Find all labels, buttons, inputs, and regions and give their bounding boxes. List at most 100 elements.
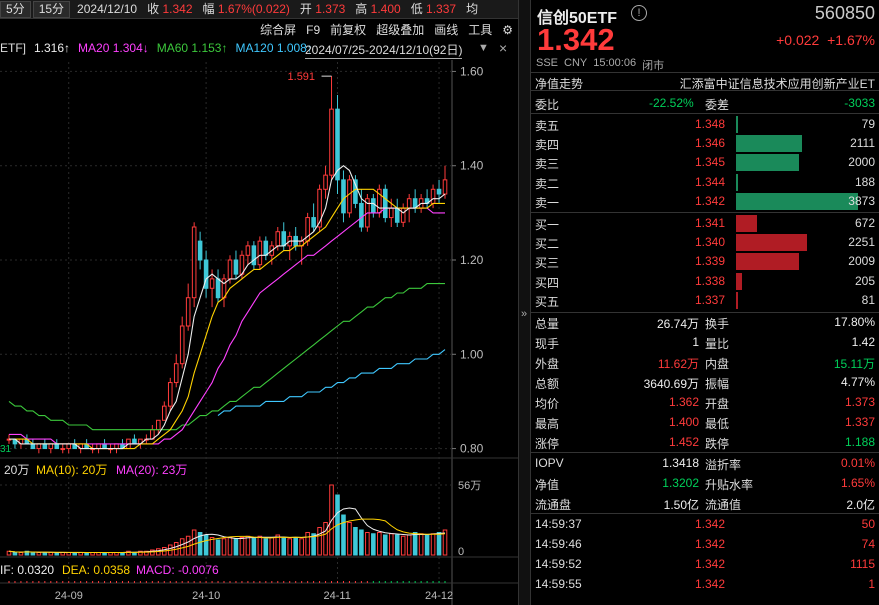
stat-value: 1.337 — [844, 415, 875, 429]
price-tick-label: 1.00 — [460, 347, 484, 361]
stat-row: 外盘 11.62万 内盘 15.11万 — [531, 353, 879, 373]
bid-label: 买一 — [535, 218, 560, 232]
candle — [173, 363, 179, 384]
candle — [263, 240, 269, 256]
volume-bar — [161, 547, 167, 556]
volume-bar — [257, 535, 263, 556]
ask-volume: 2111 — [850, 136, 875, 151]
volume-label: 20万 — [4, 463, 29, 477]
candle — [299, 240, 304, 247]
volume-bar — [54, 552, 60, 556]
info-icon[interactable]: ! — [631, 5, 647, 21]
date-range[interactable]: 2024/07/25-2024/12/10(92日) — [305, 41, 463, 59]
volume-bar — [382, 534, 388, 556]
candle — [156, 419, 161, 431]
tick-volume: 1 — [868, 577, 875, 591]
time-tick-label: 24-11 — [324, 590, 351, 602]
chevron-right-icon[interactable]: » — [521, 308, 527, 320]
tick-time: 14:59:46 — [535, 537, 582, 551]
chart-date: 2024/12/10 — [77, 1, 138, 16]
candle — [341, 179, 346, 214]
ask-price: 1.344 — [695, 174, 726, 189]
menu-overlay[interactable]: 超级叠加 — [371, 21, 429, 40]
volume-bar — [138, 550, 143, 556]
candle — [227, 259, 233, 280]
range-label: 幅 1.67%(0.022) — [202, 1, 290, 16]
tick-time: 14:59:37 — [535, 517, 582, 531]
volume-ma5-line — [8, 507, 446, 553]
bid-row-1: 买一 1.341 672 — [531, 214, 879, 234]
ma5-legend: 1.316↑ — [34, 41, 71, 55]
volume-bar — [388, 533, 394, 556]
bid-volume-bar — [736, 253, 800, 271]
tick-row: 14:59:55 1.342 1 — [531, 575, 879, 595]
volume-bar — [6, 550, 12, 556]
volume-bar — [42, 552, 48, 556]
period-15min-tab[interactable]: 15分 — [32, 0, 71, 18]
stat-row: 涨停 1.452 跌停 1.188 — [531, 433, 879, 453]
volume-bar — [84, 552, 89, 556]
tab-nav-trend[interactable]: 净值走势 — [535, 75, 583, 92]
volume-bar — [126, 550, 131, 556]
menu-composite[interactable]: 综合屏 — [255, 21, 301, 40]
menu-tools[interactable]: 工具 — [463, 21, 497, 40]
stat-label: 流通值 — [705, 498, 742, 512]
ma60-legend: MA60 1.153↑ — [156, 41, 228, 55]
candle — [245, 245, 251, 256]
candle — [102, 443, 107, 450]
candle — [72, 443, 77, 450]
iopv-row: 流通盘 1.50亿 流通值 2.0亿 — [531, 494, 879, 514]
volume-bar — [377, 532, 382, 556]
tick-price: 1.342 — [695, 557, 726, 571]
order-diff-label: 委差 — [705, 98, 730, 112]
volume-ma20-label: MA(20): 23万 — [116, 463, 187, 477]
volume-bar — [329, 484, 334, 556]
stat-row: 总量 26.74万 换手 17.80% — [531, 313, 879, 333]
candle — [382, 188, 388, 219]
volume-ma10-label: MA(10): 20万 — [36, 463, 107, 477]
stat-label: 开盘 — [705, 397, 730, 411]
ma120-legend: MA120 1.008↑ — [235, 41, 313, 55]
collapse-handle[interactable]: » — [518, 0, 531, 605]
gear-icon[interactable]: ⚙ — [497, 21, 518, 40]
candle — [84, 443, 89, 450]
candle — [191, 226, 197, 299]
stat-label: 总量 — [535, 317, 560, 331]
tick-time: 14:59:52 — [535, 557, 582, 571]
volume-bar — [221, 538, 227, 556]
ask-row-3: 卖三 1.345 2000 — [531, 153, 879, 173]
candle — [233, 259, 239, 275]
volume-bar — [424, 534, 430, 556]
close-icon[interactable]: × — [499, 40, 507, 56]
stat-value: 1.362 — [668, 395, 699, 409]
volume-bar — [215, 539, 221, 556]
dropdown-icon[interactable]: ▼ — [478, 42, 489, 54]
stat-label: 跌停 — [705, 437, 730, 451]
tick-row: 14:59:52 1.342 1115 — [531, 555, 879, 575]
volume-bar — [30, 552, 36, 556]
stat-value: 1.188 — [844, 435, 875, 449]
bid-volume: 672 — [854, 216, 875, 230]
ask-price: 1.345 — [695, 155, 726, 170]
candle — [30, 443, 36, 450]
period-5min-tab[interactable]: 5分 — [0, 0, 31, 18]
candle — [185, 297, 191, 327]
candle — [24, 438, 30, 445]
order-ratio-value: -22.52% — [649, 96, 694, 110]
stat-label: 内盘 — [705, 357, 730, 371]
volume-bar — [406, 534, 412, 556]
volume-bar — [394, 534, 400, 556]
ask-row-2: 卖二 1.344 188 — [531, 173, 879, 193]
volume-bar — [299, 538, 304, 556]
chart-panel[interactable]: 5分 15分 2024/12/10 收 1.342 幅 1.67%(0.022)… — [0, 0, 518, 605]
menu-adjust[interactable]: 前复权 — [325, 21, 371, 40]
candle — [54, 443, 60, 450]
tick-price: 1.342 — [695, 577, 726, 591]
menu-draw[interactable]: 画线 — [429, 21, 463, 40]
menu-f9[interactable]: F9 — [301, 21, 325, 40]
candle — [18, 438, 24, 445]
divider — [531, 113, 879, 114]
stat-value: 1.50亿 — [663, 498, 699, 512]
low-marker-label: 31 — [0, 444, 12, 455]
candle — [359, 202, 364, 228]
